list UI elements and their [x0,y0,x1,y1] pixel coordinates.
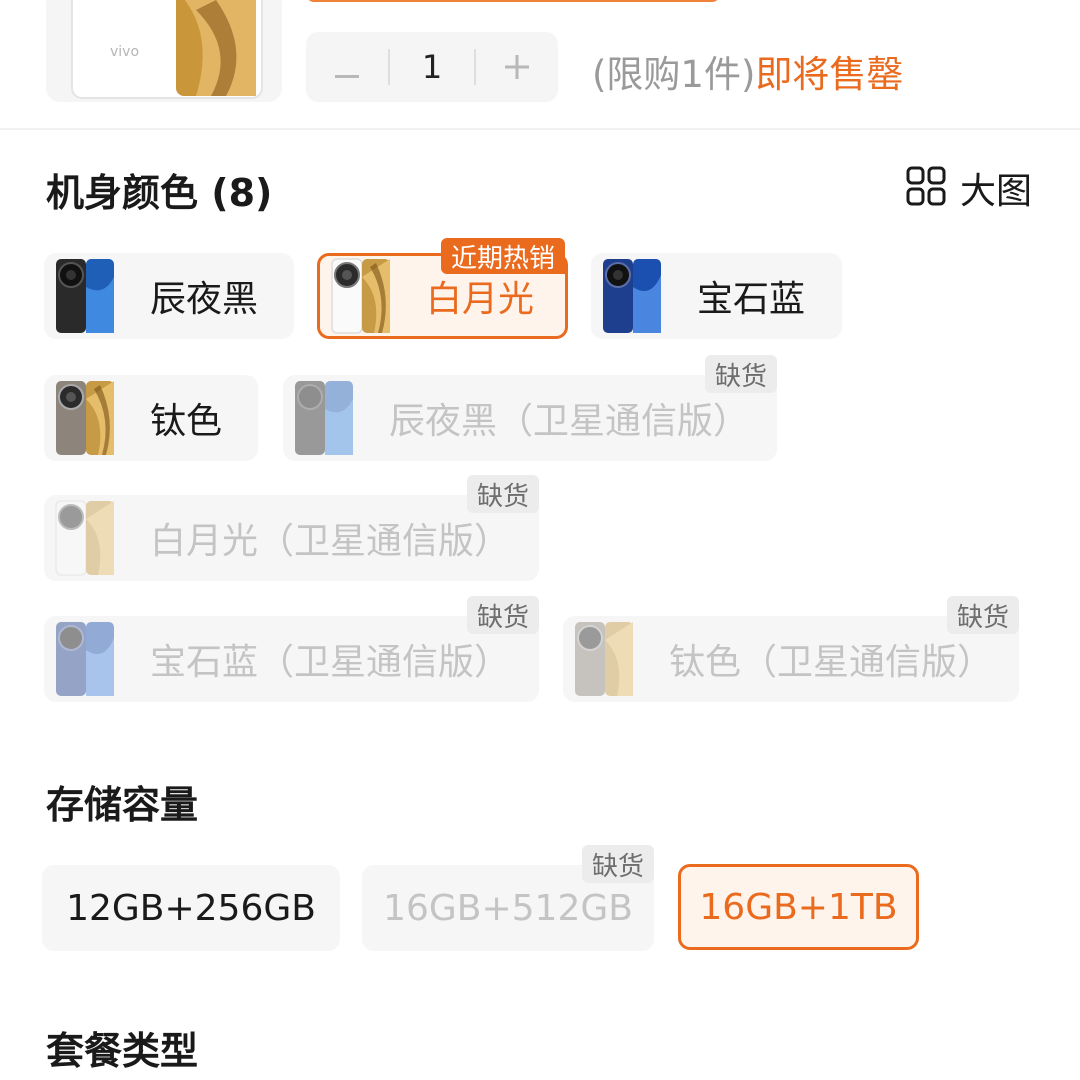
decrement-button[interactable] [306,32,388,102]
color-option-label: 辰夜黑（卫星通信版） [389,401,750,442]
out-of-stock-badge: 缺货 [581,845,654,883]
out-of-stock-badge: 缺货 [466,596,539,634]
color-option-label: 钛色（卫星通信版） [669,642,994,683]
minus-icon [335,47,359,88]
limit-label: (限购1件) [592,53,756,96]
color-option-bao-shi-lan-satellite[interactable]: 宝石蓝（卫星通信版） 缺货 [44,596,539,702]
phone-thumbnail [54,379,116,457]
out-of-stock-badge: 缺货 [946,596,1019,634]
color-option-chen-ye-hei[interactable]: 辰夜黑 [44,253,294,339]
storage-option-label: 12GB+256GB [66,887,316,929]
quantity-value[interactable]: 1 [390,48,474,86]
product-summary: vivo 1 (限购1件)即将售罄 [0,0,1080,130]
color-option-label: 白月光 [426,279,535,320]
grid-view-icon [906,166,946,210]
color-option-bai-yue-guang-satellite[interactable]: 白月光（卫星通信版） 缺货 [44,475,539,581]
product-thumb-brand: vivo [110,44,139,60]
package-section-title: 套餐类型 [46,1029,199,1073]
phone-thumbnail [573,620,635,698]
color-option-label: 辰夜黑 [150,279,259,320]
section-divider [0,128,1080,130]
storage-option-label: 16GB+512GB [383,887,633,929]
storage-option-label: 16GB+1TB [699,886,898,928]
phone-thumbnail [330,257,392,335]
storage-option-16-1tb[interactable]: 16GB+1TB [678,864,919,950]
color-section-title: 机身颜色 (8) [46,171,273,215]
out-of-stock-badge: 缺货 [466,475,539,513]
color-option-tai-se[interactable]: 钛色 [44,375,258,461]
quantity-stepper[interactable]: 1 [306,32,558,102]
storage-option-12-256[interactable]: 12GB+256GB [42,865,340,951]
color-option-label: 白月光（卫星通信版） [150,521,511,562]
color-option-bai-yue-guang[interactable]: 白月光 近期热销 [317,238,568,339]
product-thumbnail: vivo [46,0,282,102]
color-option-tai-se-satellite[interactable]: 钛色（卫星通信版） 缺货 [563,596,1019,702]
color-option-bao-shi-lan[interactable]: 宝石蓝 [591,253,842,339]
color-option-chen-ye-hei-satellite[interactable]: 辰夜黑（卫星通信版） 缺货 [283,355,777,461]
hot-sale-badge: 近期热销 [440,238,565,274]
phone-thumbnail [54,499,116,577]
phone-thumbnail [601,257,663,335]
phone-thumbnail [54,620,116,698]
stock-warning: 即将售罄 [755,53,904,96]
color-option-label: 宝石蓝（卫星通信版） [150,642,511,683]
phone-thumbnail [54,257,116,335]
purchase-limit-text: (限购1件)即将售罄 [592,44,903,98]
price-bar-edge [306,0,720,2]
increment-button[interactable] [476,32,558,102]
storage-option-16-512[interactable]: 16GB+512GB 缺货 [362,845,654,951]
big-view-label: 大图 [960,171,1033,212]
color-option-label: 宝石蓝 [697,279,806,320]
storage-section-title: 存储容量 [46,783,199,827]
big-view-button[interactable]: 大图 [906,162,1032,214]
plus-icon [505,47,529,88]
color-option-label: 钛色 [150,401,223,442]
phone-thumbnail [293,379,355,457]
out-of-stock-badge: 缺货 [704,355,777,393]
